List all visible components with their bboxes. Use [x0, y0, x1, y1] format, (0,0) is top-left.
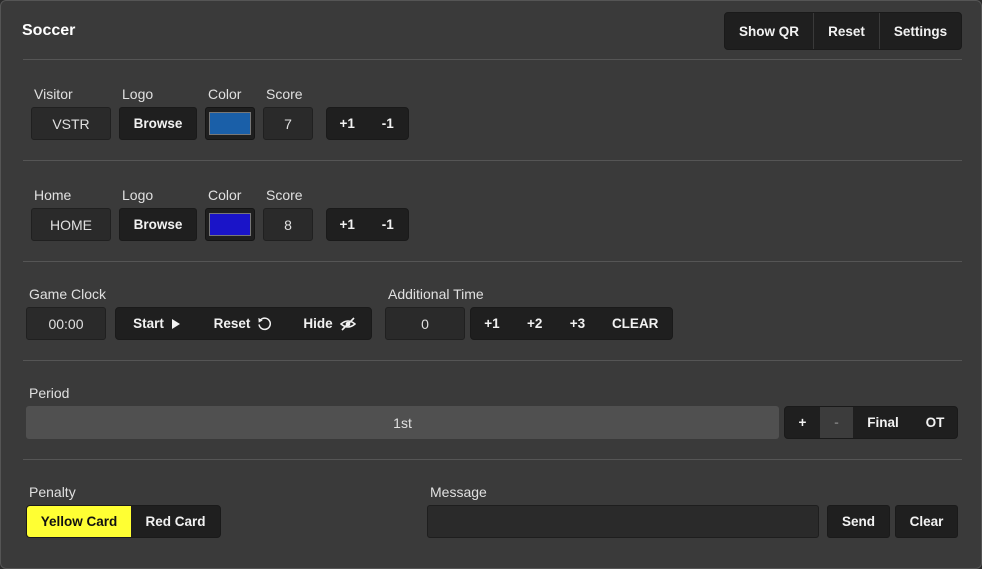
play-icon: [171, 318, 181, 329]
visitor-score-label: Score: [266, 86, 303, 102]
visitor-name-field[interactable]: VSTR: [31, 107, 111, 140]
divider: [23, 360, 962, 361]
red-card-button[interactable]: Red Card: [131, 506, 220, 537]
message-send-button[interactable]: Send: [827, 505, 890, 538]
game-clock-field[interactable]: 00:00: [26, 307, 106, 340]
period-display: 1st: [26, 406, 779, 439]
visitor-plus-one-button[interactable]: +1: [327, 108, 368, 139]
home-label: Home: [34, 187, 72, 203]
settings-button[interactable]: Settings: [880, 13, 961, 49]
visitor-minus-one-button[interactable]: -1: [368, 108, 409, 139]
visitor-color-picker[interactable]: [205, 107, 255, 140]
additional-plus-three-button[interactable]: +3: [557, 308, 599, 339]
divider: [23, 160, 962, 161]
period-plus-button[interactable]: +: [785, 407, 820, 438]
restart-icon: [257, 316, 272, 331]
period-ot-button[interactable]: OT: [913, 407, 957, 438]
home-logo-browse-button[interactable]: Browse: [119, 208, 197, 241]
period-label: Period: [29, 385, 70, 401]
message-input[interactable]: [427, 505, 819, 538]
home-score-label: Score: [266, 187, 303, 203]
clock-control-group: Start Reset Hide: [115, 307, 372, 340]
additional-clear-button[interactable]: CLEAR: [598, 308, 672, 339]
clock-start-label: Start: [133, 316, 164, 331]
game-clock-label: Game Clock: [29, 286, 107, 302]
home-color-label: Color: [208, 187, 242, 203]
reset-button[interactable]: Reset: [814, 13, 880, 49]
clock-reset-button[interactable]: Reset: [198, 308, 288, 339]
additional-plus-two-button[interactable]: +2: [513, 308, 557, 339]
additional-time-label: Additional Time: [388, 286, 484, 302]
home-minus-one-button[interactable]: -1: [368, 209, 409, 240]
clock-hide-button[interactable]: Hide: [288, 308, 371, 339]
visitor-logo-browse-button[interactable]: Browse: [119, 107, 197, 140]
scoreboard-panel: Soccer Show QR Reset Settings Visitor Lo…: [0, 0, 982, 569]
clock-reset-label: Reset: [213, 316, 251, 331]
visitor-color-swatch: [209, 112, 251, 135]
home-score-buttons: +1 -1: [326, 208, 409, 241]
clock-hide-label: Hide: [303, 316, 333, 331]
visitor-color-label: Color: [208, 86, 242, 102]
period-buttons: + - Final OT: [784, 406, 958, 439]
clock-start-button[interactable]: Start: [116, 308, 198, 339]
home-name-field[interactable]: HOME: [31, 208, 111, 241]
divider: [23, 59, 962, 60]
divider: [23, 261, 962, 262]
home-color-swatch: [209, 213, 251, 236]
home-color-picker[interactable]: [205, 208, 255, 241]
penalty-buttons: Yellow Card Red Card: [26, 505, 221, 538]
visitor-logo-label: Logo: [122, 86, 154, 102]
additional-plus-one-button[interactable]: +1: [471, 308, 513, 339]
home-logo-label: Logo: [122, 187, 154, 203]
header-button-group: Show QR Reset Settings: [724, 12, 962, 50]
divider: [23, 459, 962, 460]
yellow-card-button[interactable]: Yellow Card: [27, 506, 131, 537]
visitor-score-buttons: +1 -1: [326, 107, 409, 140]
period-final-button[interactable]: Final: [853, 407, 913, 438]
app-title: Soccer: [22, 22, 76, 39]
visitor-score-field[interactable]: 7: [263, 107, 313, 140]
message-clear-button[interactable]: Clear: [895, 505, 958, 538]
message-label: Message: [430, 484, 487, 500]
visitor-label: Visitor: [34, 86, 73, 102]
home-score-field[interactable]: 8: [263, 208, 313, 241]
home-plus-one-button[interactable]: +1: [327, 209, 368, 240]
eye-slash-icon: [339, 316, 356, 331]
show-qr-button[interactable]: Show QR: [725, 13, 814, 49]
penalty-label: Penalty: [29, 484, 76, 500]
additional-time-field[interactable]: 0: [385, 307, 465, 340]
additional-time-buttons: +1 +2 +3 CLEAR: [470, 307, 673, 340]
period-minus-button[interactable]: -: [820, 407, 853, 438]
